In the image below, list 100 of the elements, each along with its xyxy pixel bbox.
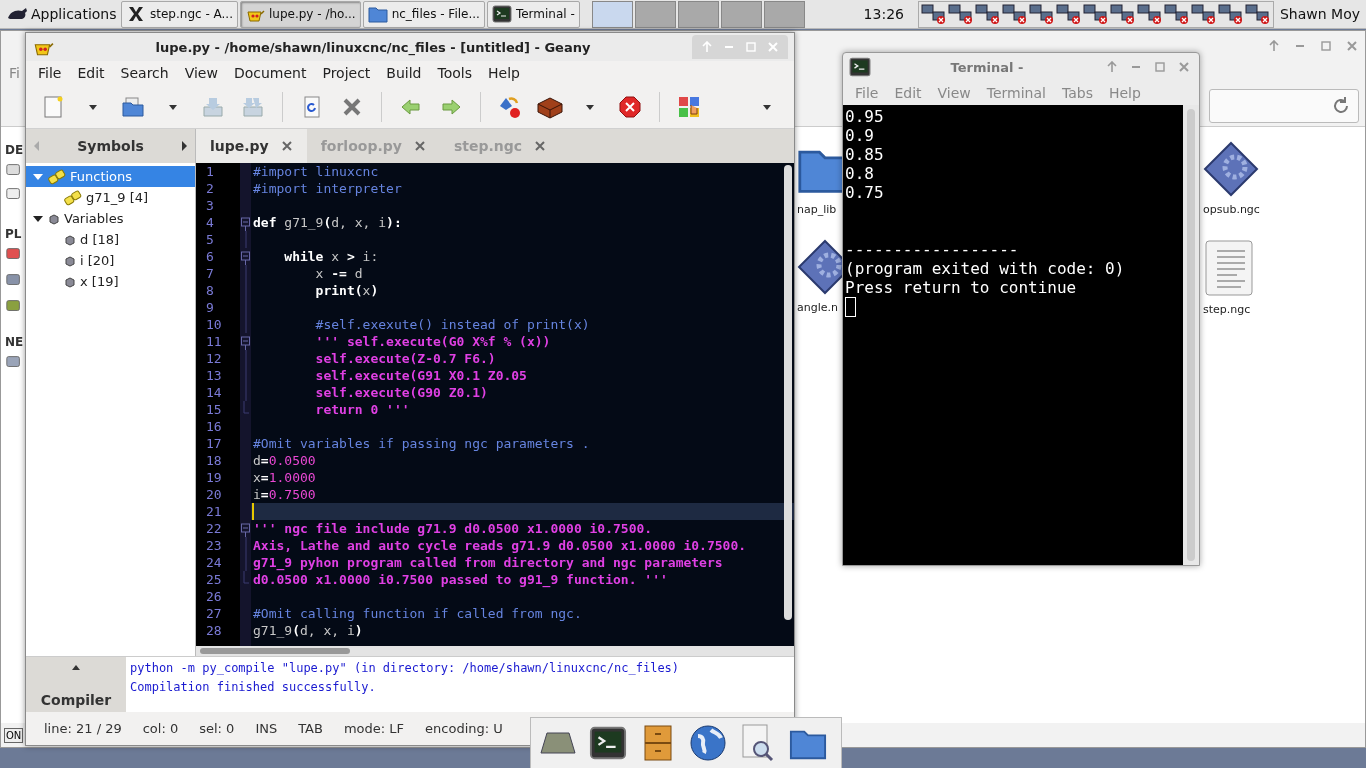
output-line: ------------------ (845, 240, 1020, 259)
line-number: 10 (205, 316, 223, 333)
folder-icon (367, 4, 388, 24)
scrollbar[interactable] (784, 165, 792, 620)
file-name[interactable]: angle.n (797, 301, 838, 314)
status-text: ON (4, 727, 24, 743)
task-button[interactable]: nc_files - File... (362, 0, 485, 28)
up-arrow-icon (1268, 40, 1280, 52)
code-line: self.execute(G90 Z0.1) (314, 384, 488, 401)
globe-icon (689, 724, 727, 762)
workspace-button[interactable] (763, 0, 805, 28)
browser-launcher[interactable] (687, 722, 729, 764)
terminal-icon (849, 56, 871, 78)
line-number: 11 (205, 333, 223, 350)
cabinet-icon (643, 724, 673, 762)
file-tab[interactable]: lupe.py (196, 129, 307, 163)
workspace-button[interactable] (720, 0, 762, 28)
line-number: 2 (205, 180, 215, 197)
variable-icon (48, 212, 60, 225)
code-line: x -= d (314, 265, 363, 282)
fold-marker-icon[interactable] (241, 520, 250, 537)
task-button[interactable]: step.ngc - A... (121, 0, 238, 28)
menu-item[interactable]: Build (378, 65, 430, 81)
output-line: 0.75 (845, 183, 885, 202)
symbol-tree-item[interactable]: Functions (26, 166, 195, 187)
symbol-tree-item[interactable]: i [20] (26, 250, 195, 271)
up-arrow-icon (71, 663, 81, 671)
code-line: x=1.0000 (252, 469, 316, 486)
gear-file-icon (1203, 141, 1259, 197)
file-name[interactable]: opsub.ngc (1203, 203, 1260, 216)
line-number: 23 (205, 537, 223, 554)
code-editor[interactable] (196, 163, 794, 646)
workspace-button[interactable] (677, 0, 719, 28)
variable-icon (64, 254, 76, 267)
applications-menu[interactable]: Applications (0, 0, 121, 28)
line-number: 27 (205, 605, 223, 622)
menu-item[interactable]: Edit (69, 65, 113, 81)
output-line: (program exited with code: 0) (845, 259, 1126, 278)
close-icon[interactable] (413, 140, 426, 152)
location-field[interactable] (1209, 88, 1359, 123)
code-line: #Omit variables if passing ngc parameters . (252, 435, 590, 452)
status-item: encoding: U (425, 721, 503, 736)
network-offline-icon (947, 3, 974, 25)
menu-item[interactable]: View (176, 65, 226, 81)
maximize-icon (1154, 61, 1166, 73)
workspace-button[interactable] (634, 0, 676, 28)
symbol-tree-item[interactable]: x [19] (26, 271, 195, 292)
output-line: Press return to continue (845, 278, 1078, 297)
fold-marker-icon[interactable] (241, 333, 250, 350)
stop-icon (618, 94, 642, 119)
symbol-tree-item[interactable]: d [18] (26, 229, 195, 250)
output-line: 0.8 (845, 164, 875, 183)
up-arrow-icon (1106, 61, 1118, 73)
scrollbar-thumb[interactable] (200, 648, 350, 654)
workspace-button[interactable] (591, 0, 633, 28)
up-arrow-icon (701, 41, 713, 53)
fold-marker-icon[interactable] (241, 248, 250, 265)
menu-item[interactable]: File (30, 65, 70, 81)
file-name[interactable]: nap_lib (797, 203, 837, 216)
close-icon[interactable] (280, 140, 293, 152)
code-line: #Omit calling function if called from ngc. (252, 605, 582, 622)
menu-item[interactable]: Document (225, 65, 315, 81)
text-cursor (845, 297, 856, 317)
task-button[interactable]: lupe.py - /ho... (240, 0, 361, 28)
task-button[interactable]: Terminal - (486, 0, 580, 28)
right-arrow-icon (179, 140, 189, 152)
network-offline-icon (1217, 3, 1244, 25)
close-icon[interactable] (534, 140, 547, 152)
network-offline-icon (1163, 3, 1190, 25)
code-line: def g71_9(d, x, i): (252, 214, 402, 231)
code-line: self.execute(Z-0.7 F6.) (314, 350, 496, 367)
status-item: INS (255, 721, 278, 736)
symbol-tree-item[interactable]: g71_9 [4] (26, 187, 195, 208)
x-logo-icon (126, 4, 146, 24)
status-item: col: 0 (142, 721, 179, 736)
menu-item[interactable]: Tools (429, 65, 480, 81)
compiler-tab[interactable]: Compiler (26, 657, 126, 712)
line-number: 6 (205, 248, 215, 265)
file-name[interactable]: step.ngc (1203, 303, 1251, 316)
code-line: #import interpreter (252, 180, 402, 197)
user-name: Shawn Moy (1279, 6, 1360, 22)
line-number: 28 (205, 622, 223, 639)
output-line: 0.85 (845, 145, 885, 164)
line-number: 21 (205, 503, 223, 520)
symbol-tree-item[interactable]: Variables (26, 208, 195, 229)
output-line: 0.9 (845, 126, 875, 145)
network-offline-icon (974, 3, 1001, 25)
line-number: 7 (205, 265, 215, 282)
terminal-icon (589, 724, 627, 762)
line-number: 17 (205, 435, 223, 452)
folder-open-icon (121, 94, 145, 119)
menu-item[interactable]: Help (480, 65, 528, 81)
line-number: 16 (205, 418, 223, 435)
scrollbar[interactable] (1187, 109, 1195, 561)
code-line: i=0.7500 (252, 486, 316, 503)
menu-item[interactable]: Project (314, 65, 379, 81)
menu-item[interactable]: Search (112, 65, 177, 81)
network-offline-icon (920, 3, 947, 25)
fold-marker-icon[interactable] (241, 214, 250, 231)
minimize-icon (1296, 45, 1304, 47)
